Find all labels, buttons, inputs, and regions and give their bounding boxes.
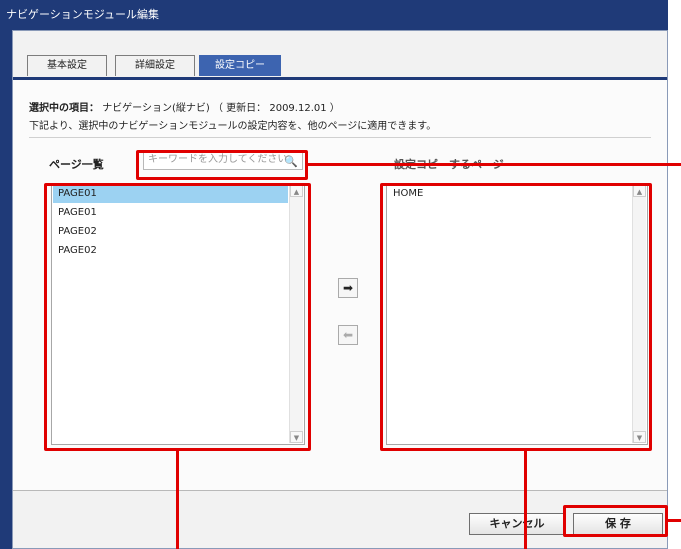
move-right-button[interactable]: ➡ — [338, 278, 358, 298]
callout-line-save — [668, 519, 681, 522]
callout-line-page-list — [176, 451, 179, 549]
selected-item-label: 選択中の項目： — [29, 103, 99, 114]
callout-line-search — [308, 163, 681, 166]
move-left-button[interactable]: ⬅ — [338, 325, 358, 345]
highlight-page-list — [44, 183, 311, 451]
page-list-title: ページ一覧 — [49, 158, 104, 171]
highlight-search-box — [136, 150, 308, 180]
selected-item-value: ナビゲーション(縦ナビ) （ 更新日： — [102, 103, 267, 114]
tab-basic-settings[interactable]: 基本設定 — [27, 55, 107, 76]
tab-detail-settings[interactable]: 詳細設定 — [115, 55, 195, 76]
callout-line-copy-target — [524, 451, 527, 549]
selected-item-info: 選択中の項目： ナビゲーション(縦ナビ) （ 更新日： 2009.12.01 ） — [29, 99, 340, 114]
window-title: ナビゲーションモジュール編集 — [6, 8, 160, 21]
tab-copy-settings[interactable]: 設定コピー — [199, 55, 281, 76]
info-suffix: ） — [329, 103, 340, 114]
description-text: 下記より、選択中のナビゲーションモジュールの設定内容を、他のページに適用できます… — [29, 121, 437, 132]
highlight-copy-target-list — [380, 183, 652, 451]
divider — [29, 137, 651, 138]
cancel-button[interactable]: キャンセル — [469, 513, 565, 535]
updated-date: 2009.12.01 — [269, 103, 327, 114]
highlight-save-button — [563, 505, 668, 537]
